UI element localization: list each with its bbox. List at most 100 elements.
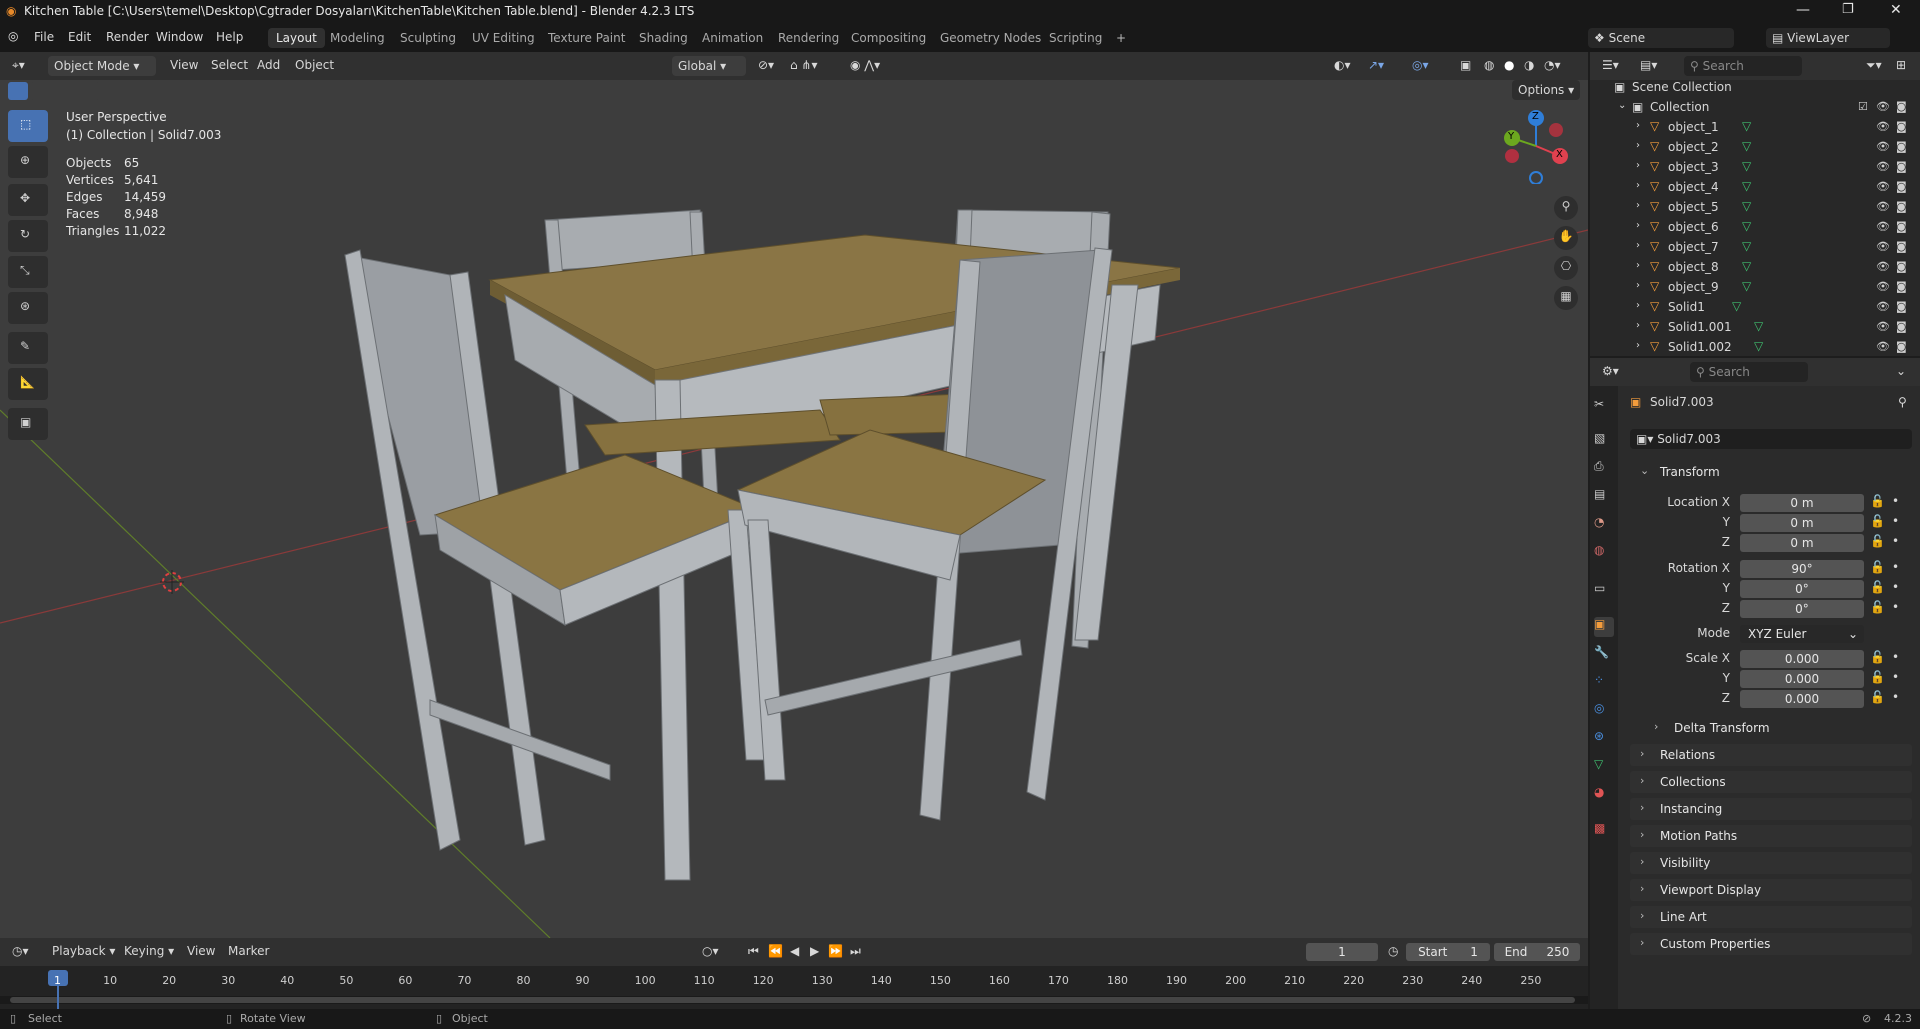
chevron-right-icon[interactable]: › (1636, 200, 1640, 211)
panel-custom-properties[interactable]: › Custom Properties (1630, 933, 1912, 955)
eye-icon[interactable]: 👁 (1876, 100, 1890, 113)
timeline-scrollbar[interactable] (0, 996, 1588, 1004)
outliner-editor-icon[interactable]: ☰▾ (1602, 58, 1619, 72)
outliner-row-scene-collection[interactable]: ▣ Scene Collection (1590, 77, 1920, 97)
snap-icon[interactable]: ⌂ ⋔▾ (790, 58, 818, 72)
menu-object[interactable]: Object (295, 58, 334, 72)
camera-render-icon[interactable]: ◙ (1896, 180, 1907, 193)
chevron-right-icon[interactable]: › (1636, 140, 1640, 151)
particles-tab-icon[interactable]: ⁘ (1594, 673, 1614, 693)
play-reverse-icon[interactable]: ◀ (790, 944, 799, 958)
outliner-row-object[interactable]: › ▽ object_1 ▽ 👁 ◙ (1590, 117, 1920, 137)
outliner-row-object[interactable]: › ▽ object_4 ▽ 👁 ◙ (1590, 177, 1920, 197)
mesh-data-icon[interactable]: ▽ (1742, 159, 1751, 173)
eye-icon[interactable]: 👁 (1876, 240, 1890, 253)
outliner-row-object[interactable]: › ▽ Solid1.001 ▽ 👁 ◙ (1590, 317, 1920, 337)
panel-visibility[interactable]: › Visibility (1630, 852, 1912, 874)
chevron-down-icon[interactable]: ⌄ (1896, 364, 1906, 378)
mesh-data-icon[interactable]: ▽ (1742, 199, 1751, 213)
keyframe-dot-icon[interactable]: • (1892, 580, 1899, 594)
transform-tool[interactable]: ⊛ (8, 292, 48, 324)
material-shading-icon[interactable]: ◑ (1524, 58, 1534, 72)
scrollbar-thumb[interactable] (10, 997, 1575, 1003)
chevron-right-icon[interactable]: › (1636, 120, 1640, 131)
lock-icon[interactable]: 🔓 (1870, 534, 1885, 548)
scale-y-field[interactable]: 0.000 (1740, 670, 1864, 688)
lock-icon[interactable]: 🔓 (1870, 494, 1885, 508)
tab-compositing[interactable]: Compositing (843, 28, 934, 48)
timeline-editor-icon[interactable]: ◷▾ (12, 944, 29, 958)
eye-icon[interactable]: 👁 (1876, 120, 1890, 133)
jump-keyframe-forward-icon[interactable]: ⏩ (828, 944, 843, 958)
chevron-right-icon[interactable]: › (1636, 260, 1640, 271)
measure-tool[interactable]: 📐 (8, 368, 48, 400)
eye-icon[interactable]: 👁 (1876, 260, 1890, 273)
eye-icon[interactable]: 👁 (1876, 340, 1890, 353)
display-mode-icon[interactable]: ▤▾ (1640, 58, 1657, 72)
mesh-data-icon[interactable]: ▽ (1754, 339, 1763, 353)
output-tab-icon[interactable]: ⎙ (1594, 459, 1614, 479)
eye-icon[interactable]: 👁 (1876, 280, 1890, 293)
texture-tab-icon[interactable]: ▩ (1594, 821, 1614, 841)
maximize-icon[interactable]: ❐ (1842, 2, 1854, 17)
solid-shading-icon[interactable]: ● (1504, 58, 1514, 72)
pin-icon[interactable]: ⚲ (1898, 395, 1907, 409)
blender-menu-icon[interactable]: ◎ (8, 29, 18, 43)
keyframe-dot-icon[interactable]: • (1892, 494, 1899, 508)
eye-icon[interactable]: 👁 (1876, 320, 1890, 333)
pan-hand-icon[interactable]: ✋ (1554, 226, 1578, 250)
rotation-x-field[interactable]: 90° (1740, 560, 1864, 578)
chevron-right-icon[interactable]: › (1636, 280, 1640, 291)
tab-texture-paint[interactable]: Texture Paint (540, 28, 633, 48)
camera-icon[interactable]: ⎔ (1554, 256, 1578, 280)
add-workspace-icon[interactable]: + (1108, 28, 1134, 48)
menu-select[interactable]: Select (211, 58, 248, 72)
menu-edit[interactable]: Edit (68, 30, 91, 44)
outliner-row-object[interactable]: › ▽ object_9 ▽ 👁 ◙ (1590, 277, 1920, 297)
menu-help[interactable]: Help (216, 30, 243, 44)
physics-tab-icon[interactable]: ◎ (1594, 701, 1614, 721)
keyframe-dot-icon[interactable]: • (1892, 670, 1899, 684)
cursor-tool[interactable]: ⊕ (8, 146, 48, 178)
camera-render-icon[interactable]: ◙ (1896, 300, 1907, 313)
properties-editor-icon[interactable]: ⚙▾ (1602, 364, 1619, 378)
editor-type-icon[interactable]: ⌖▾ (12, 58, 25, 73)
jump-keyframe-back-icon[interactable]: ⏪ (768, 944, 783, 958)
keying-menu[interactable]: Keying ▾ (124, 944, 174, 958)
orientation-dropdown[interactable]: Global ▾ (672, 56, 746, 76)
lock-icon[interactable]: 🔓 (1870, 580, 1885, 594)
tab-shading[interactable]: Shading (631, 28, 696, 48)
filter-icon[interactable]: ⏷▾ (1866, 58, 1882, 73)
camera-render-icon[interactable]: ◙ (1896, 320, 1907, 333)
outliner-row-object[interactable]: › ▽ object_2 ▽ 👁 ◙ (1590, 137, 1920, 157)
jump-start-icon[interactable]: ⏮ (748, 944, 759, 959)
tab-sculpting[interactable]: Sculpting (392, 28, 464, 48)
menu-view[interactable]: View (170, 58, 198, 72)
options-dropdown[interactable]: Options ▾ (1512, 80, 1580, 100)
scale-x-field[interactable]: 0.000 (1740, 650, 1864, 668)
panel-instancing[interactable]: › Instancing (1630, 798, 1912, 820)
outliner-row-object[interactable]: › ▽ Solid1 ▽ 👁 ◙ (1590, 297, 1920, 317)
select-box-tool[interactable]: ⬚ (8, 110, 48, 142)
panel-viewport-display[interactable]: › Viewport Display (1630, 879, 1912, 901)
eye-icon[interactable]: 👁 (1876, 300, 1890, 313)
panel-relations[interactable]: › Relations (1630, 744, 1912, 766)
end-frame-field[interactable]: End 250 (1494, 943, 1580, 961)
current-frame-field[interactable]: 1 (1306, 943, 1378, 961)
chevron-right-icon[interactable]: › (1636, 300, 1640, 311)
mesh-data-icon[interactable]: ▽ (1742, 259, 1751, 273)
keyframe-dot-icon[interactable]: • (1892, 600, 1899, 614)
menu-render[interactable]: Render (106, 30, 149, 44)
navigation-gizmo[interactable]: Z X Y (1498, 108, 1574, 185)
mesh-data-icon[interactable]: ▽ (1754, 319, 1763, 333)
scene-tab-icon[interactable]: ◔ (1594, 515, 1614, 535)
tab-geometry-nodes[interactable]: Geometry Nodes (932, 28, 1049, 48)
new-collection-icon[interactable]: ⊞ (1896, 58, 1906, 72)
rotation-y-field[interactable]: 0° (1740, 580, 1864, 598)
camera-render-icon[interactable]: ◙ (1896, 220, 1907, 233)
mesh-data-icon[interactable]: ▽ (1732, 299, 1741, 313)
checkbox-icon[interactable]: ☑ (1858, 100, 1868, 113)
overlay-toggle-icon[interactable]: ◎▾ (1412, 58, 1429, 72)
start-frame-field[interactable]: Start 1 (1406, 943, 1490, 961)
menu-window[interactable]: Window (156, 30, 203, 44)
